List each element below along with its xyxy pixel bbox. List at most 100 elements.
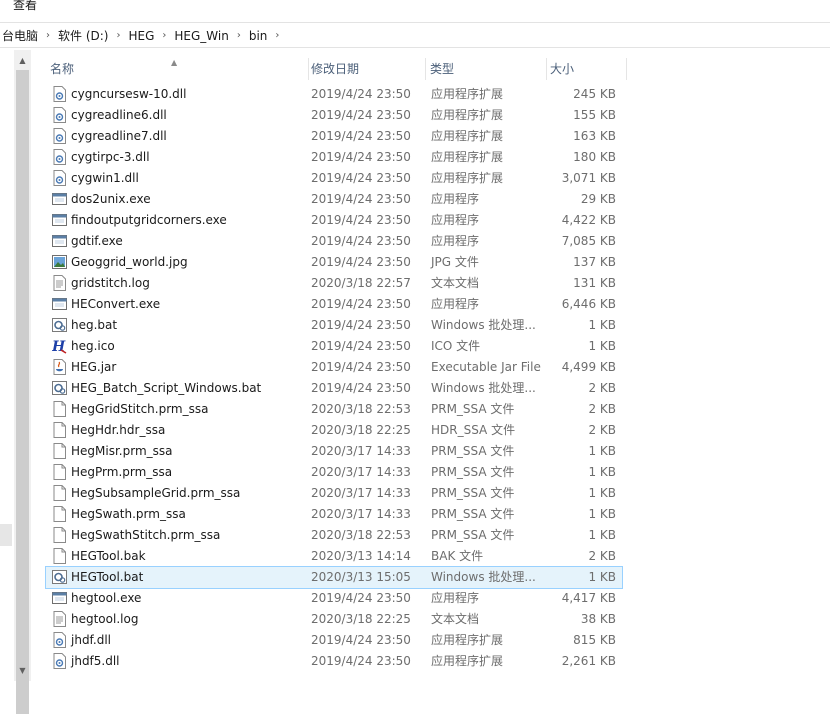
file-type: 文本文档 [431,276,480,290]
file-row[interactable]: Hheg.ico 2019/4/24 23:50 ICO 文件 1 KB [46,336,622,357]
dll-icon [52,170,67,186]
file-row[interactable]: heg.bat 2019/4/24 23:50 Windows 批处理... 1 KB [46,315,622,336]
file-type: BAK 文件 [431,549,484,563]
file-type: Windows 批处理... [431,570,536,584]
file-name: cygncursesw-10.dll [71,87,187,101]
file-row[interactable]: gridstitch.log 2020/3/18 22:57 文本文档 131 KB [46,273,622,294]
file-type: 应用程序扩展 [431,87,504,101]
file-type: PRM_SSA 文件 [431,528,515,542]
file-row[interactable]: dos2unix.exe 2019/4/24 23:50 应用程序 29 KB [46,189,622,210]
file-row[interactable]: HegMisr.prm_ssa 2020/3/17 14:33 PRM_SSA 文件… [46,441,622,462]
file-row[interactable]: findoutputgridcorners.exe 2019/4/24 23:50… [46,210,622,231]
file-modified-date: 2019/4/24 23:50 [311,381,411,395]
chevron-right-icon[interactable]: › [231,30,247,41]
breadcrumb-item[interactable]: HEG [126,29,156,43]
file-row[interactable]: cygreadline6.dll 2019/4/24 23:50 应用程序扩展 155… [46,105,622,126]
file-size: 3,071 KB [561,171,616,185]
file-name: HEGTool.bak [71,549,146,563]
breadcrumb-item[interactable]: bin [247,29,270,43]
file-size: 7,085 KB [561,234,616,248]
blank-file-icon [52,506,67,522]
file-modified-date: 2020/3/17 14:33 [311,486,411,500]
file-type: JPG 文件 [431,255,479,269]
file-row[interactable]: jhdf.dll 2019/4/24 23:50 应用程序扩展 815 KB [46,630,622,651]
column-header-size[interactable]: 大小 [546,58,627,80]
file-size: 38 KB [580,612,616,626]
file-size: 1 KB [588,486,616,500]
file-row[interactable]: HEGTool.bat 2020/3/13 15:05 Windows 批处理...… [45,566,623,589]
file-modified-date: 2019/4/24 23:50 [311,213,411,227]
address-bar[interactable]: 台电脑 › 软件 (D:) › HEG › HEG_Win › bin › [0,22,830,48]
exe-icon [52,212,67,228]
breadcrumb-item[interactable]: HEG_Win [172,29,230,43]
column-header-date[interactable]: 修改日期 [308,58,426,80]
column-type-label: 类型 [430,62,455,76]
file-type: 应用程序 [431,297,480,311]
file-modified-date: 2020/3/18 22:53 [311,402,411,416]
file-size: 155 KB [573,108,616,122]
chevron-right-icon[interactable]: › [269,30,285,41]
file-modified-date: 2019/4/24 23:50 [311,129,411,143]
file-name: cygreadline6.dll [71,108,167,122]
file-row[interactable]: gdtif.exe 2019/4/24 23:50 应用程序 7,085 KB [46,231,622,252]
file-row[interactable]: hegtool.log 2020/3/18 22:25 文本文档 38 KB [46,609,622,630]
file-row[interactable]: hegtool.exe 2019/4/24 23:50 应用程序 4,417 KB [46,588,622,609]
file-name: cygreadline7.dll [71,129,167,143]
chevron-right-icon[interactable]: › [40,30,56,41]
file-name: HegSwath.prm_ssa [71,507,186,521]
file-size: 29 KB [580,192,616,206]
column-header-type[interactable]: 类型 [425,58,547,80]
blank-file-icon [52,422,67,438]
file-row[interactable]: HegGridStitch.prm_ssa 2020/3/18 22:53 PRM_… [46,399,622,420]
scroll-down-arrow-icon[interactable]: ▼ [14,662,31,679]
column-date-label: 修改日期 [311,62,360,76]
dll-icon [52,149,67,165]
file-row[interactable]: cygtirpc-3.dll 2019/4/24 23:50 应用程序扩展 180 K… [46,147,622,168]
exe-icon [52,233,67,249]
file-row[interactable]: jhdf5.dll 2019/4/24 23:50 应用程序扩展 2,261 KB [46,651,622,672]
file-row[interactable]: HEG_Batch_Script_Windows.bat 2019/4/24 23… [46,378,622,399]
file-name: HEConvert.exe [71,297,161,311]
file-row[interactable]: HegHdr.hdr_ssa 2020/3/18 22:25 HDR_SSA 文件 2… [46,420,622,441]
file-row[interactable]: HegPrm.prm_ssa 2020/3/17 14:33 PRM_SSA 文件 1… [46,462,622,483]
file-name: HegSubsampleGrid.prm_ssa [71,486,241,500]
file-name: HegGridStitch.prm_ssa [71,402,209,416]
sort-ascending-icon: ▲ [171,58,178,67]
file-row[interactable]: HegSubsampleGrid.prm_ssa 2020/3/17 14:33 P… [46,483,622,504]
file-size: 2 KB [588,549,616,563]
file-row[interactable]: cygncursesw-10.dll 2019/4/24 23:50 应用程序扩展 2… [46,84,622,105]
scroll-up-arrow-icon[interactable]: ▲ [14,52,31,69]
file-row[interactable]: HegSwathStitch.prm_ssa 2020/3/18 22:53 PRM… [46,525,622,546]
file-modified-date: 2019/4/24 23:50 [311,192,411,206]
file-name: HegSwathStitch.prm_ssa [71,528,221,542]
file-modified-date: 2019/4/24 23:50 [311,108,411,122]
scrollbar-thumb[interactable] [16,70,29,714]
file-type: 文本文档 [431,612,480,626]
file-row[interactable]: cygwin1.dll 2019/4/24 23:50 应用程序扩展 3,071 KB [46,168,622,189]
chevron-right-icon[interactable]: › [156,30,172,41]
file-size: 2 KB [588,381,616,395]
file-row[interactable]: HEG.jar 2019/4/24 23:50 Executable Jar Fil… [46,357,622,378]
bat-icon [52,317,67,333]
file-modified-date: 2020/3/17 14:33 [311,507,411,521]
chevron-right-icon[interactable]: › [110,30,126,41]
file-modified-date: 2019/4/24 23:50 [311,234,411,248]
file-name: jhdf5.dll [71,654,120,668]
file-row[interactable]: Geoggrid_world.jpg 2019/4/24 23:50 JPG 文件 1… [46,252,622,273]
file-modified-date: 2020/3/13 15:05 [311,570,411,584]
menu-view[interactable]: 查看 [13,0,37,13]
breadcrumb-item[interactable]: 台电脑 [0,27,40,44]
column-header-name[interactable]: 名称 ▲ [44,58,309,80]
file-type: 应用程序扩展 [431,150,504,164]
file-row[interactable]: cygreadline7.dll 2019/4/24 23:50 应用程序扩展 163… [46,126,622,147]
vertical-scrollbar[interactable]: ▲ ▼ [14,50,31,714]
file-modified-date: 2020/3/13 14:14 [311,549,411,563]
file-row[interactable]: HegSwath.prm_ssa 2020/3/17 14:33 PRM_SSA 文… [46,504,622,525]
file-row[interactable]: HEConvert.exe 2019/4/24 23:50 应用程序 6,446 KB [46,294,622,315]
file-row[interactable]: HEGTool.bak 2020/3/13 14:14 BAK 文件 2 KB [46,546,622,567]
file-size: 1 KB [588,318,616,332]
file-type: 应用程序扩展 [431,633,504,647]
file-modified-date: 2019/4/24 23:50 [311,318,411,332]
breadcrumb-item[interactable]: 软件 (D:) [56,27,110,44]
image-icon [52,254,67,270]
